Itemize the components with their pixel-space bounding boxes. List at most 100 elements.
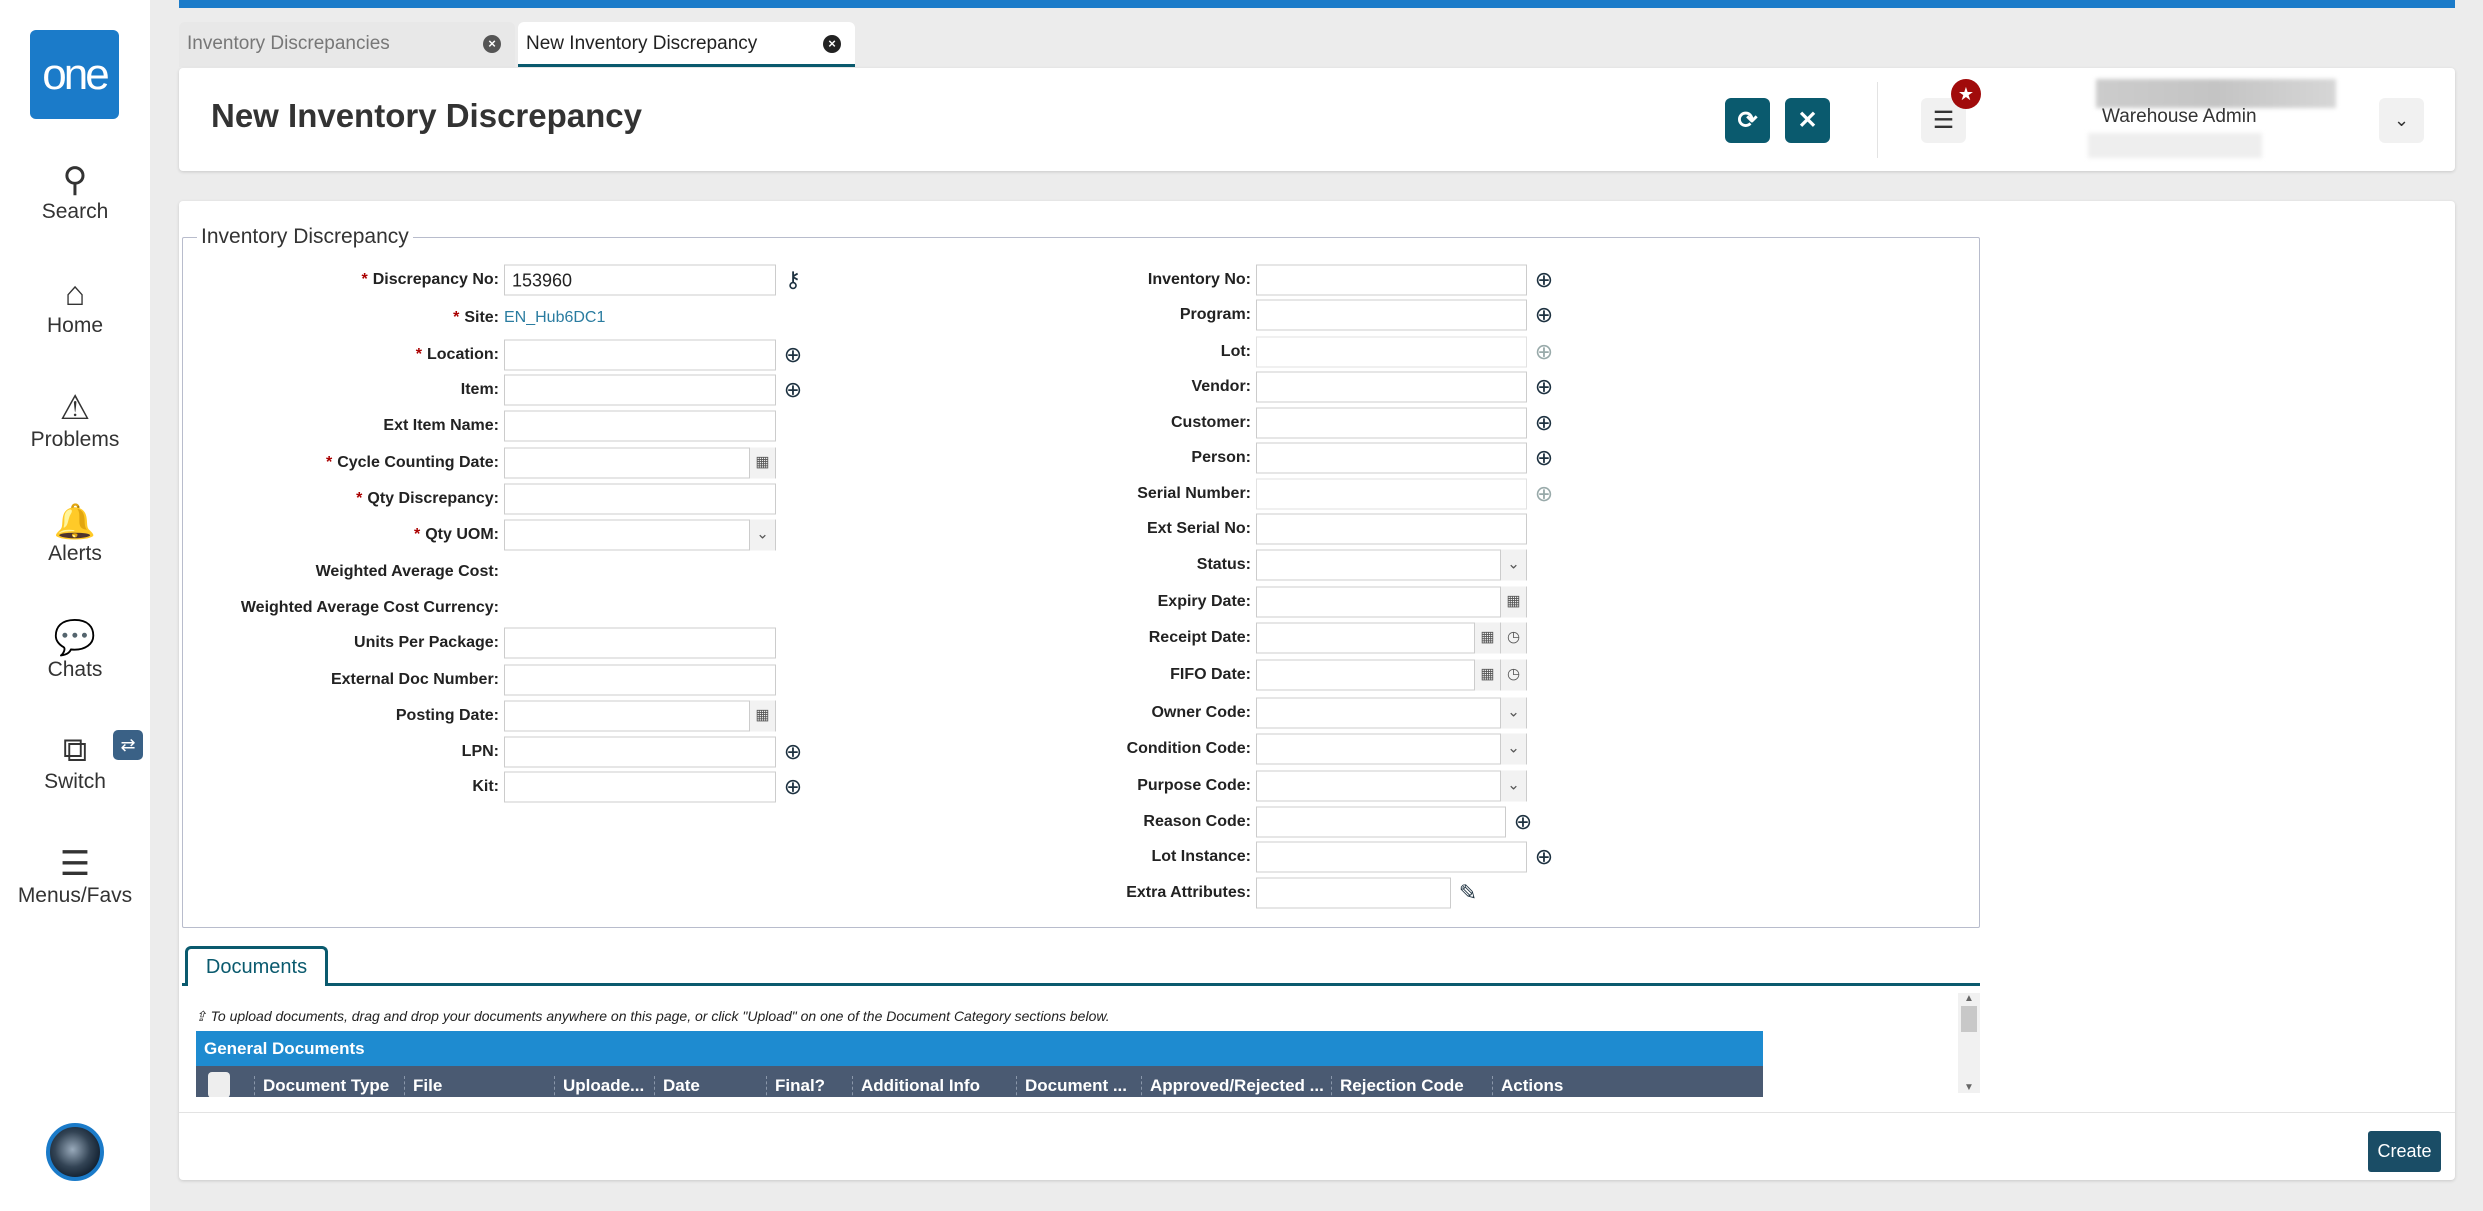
label-text: Status:	[1196, 556, 1251, 573]
weighted-average-cost-currency-label: Weighted Average Cost Currency:	[241, 599, 499, 617]
ext-serial-no-input[interactable]	[1256, 513, 1527, 545]
serial-number-input[interactable]	[1256, 478, 1527, 510]
close-tab-icon[interactable]: ×	[483, 35, 501, 53]
column-header-approved-rejected[interactable]: Approved/Rejected ...	[1141, 1076, 1331, 1097]
discrepancy-no-label: * Discrepancy No:	[362, 271, 500, 289]
purpose-code-select[interactable]: ⌄	[1256, 770, 1527, 802]
close-button[interactable]: ✕	[1785, 98, 1830, 143]
lookup-icon[interactable]: ⊕	[780, 342, 806, 368]
item-input[interactable]	[504, 374, 776, 406]
tab-new-inventory-discrepancy[interactable]: New Inventory Discrepancy ×	[518, 22, 855, 67]
lookup-icon[interactable]: ⊕	[1531, 844, 1557, 870]
sidebar-item-menus-favs[interactable]: ☰ Menus/Favs	[0, 844, 150, 908]
calendar-icon[interactable]: ▦	[749, 700, 775, 732]
fifo-date-input[interactable]: ▦ ◷	[1256, 659, 1527, 691]
general-documents-header[interactable]: General Documents	[196, 1031, 1763, 1066]
status-select[interactable]: ⌄	[1256, 549, 1527, 581]
qty-discrepancy-input[interactable]	[504, 483, 776, 515]
column-header-date[interactable]: Date	[654, 1076, 766, 1097]
column-header-uploade[interactable]: Uploade...	[554, 1076, 654, 1097]
clock-icon[interactable]: ◷	[1500, 659, 1526, 691]
refresh-button[interactable]: ⟳	[1725, 98, 1770, 143]
discrepancy-no-input[interactable]: 153960	[504, 264, 776, 296]
column-header-file[interactable]: File	[404, 1076, 554, 1097]
sidebar-item-chats[interactable]: 💬 Chats	[0, 618, 150, 682]
lookup-icon[interactable]: ⊕	[1531, 374, 1557, 400]
lookup-icon[interactable]: ⊕	[1510, 809, 1536, 835]
lpn-input[interactable]	[504, 736, 776, 768]
lookup-icon[interactable]: ⊕	[780, 377, 806, 403]
chevron-down-icon[interactable]: ⌄	[1500, 770, 1526, 802]
label-text: Owner Code:	[1151, 704, 1251, 721]
posting-date-label: Posting Date:	[396, 707, 499, 725]
vendor-input[interactable]	[1256, 371, 1527, 403]
calendar-icon[interactable]: ▦	[1474, 659, 1500, 691]
user-menu-dropdown[interactable]: ⌄	[2379, 98, 2424, 143]
sidebar-item-problems[interactable]: ⚠ Problems	[0, 388, 150, 452]
lookup-icon[interactable]: ⊕	[1531, 410, 1557, 436]
column-header-rejection-code[interactable]: Rejection Code	[1331, 1076, 1492, 1097]
star-badge-icon[interactable]: ★	[1951, 79, 1981, 109]
lot-input[interactable]	[1256, 336, 1527, 368]
sidebar-item-alerts[interactable]: 🔔 Alerts	[0, 502, 150, 566]
column-header-document[interactable]: Document ...	[1016, 1076, 1141, 1097]
close-tab-icon[interactable]: ×	[823, 35, 841, 53]
chevron-down-icon[interactable]: ⌄	[1500, 697, 1526, 729]
qty-uom-select[interactable]: ⌄	[504, 519, 776, 551]
site-label: * Site:	[453, 309, 499, 327]
lookup-icon[interactable]: ⊕	[1531, 445, 1557, 471]
lookup-icon[interactable]: ⊕	[780, 739, 806, 765]
calendar-icon[interactable]: ▦	[1474, 622, 1500, 654]
calendar-icon[interactable]: ▦	[1500, 586, 1526, 618]
column-header-final[interactable]: Final?	[766, 1076, 852, 1097]
lookup-icon[interactable]: ⊕	[1531, 481, 1557, 507]
program-input[interactable]	[1256, 299, 1527, 331]
kit-input[interactable]	[504, 771, 776, 803]
sidebar-item-home[interactable]: ⌂ Home	[0, 274, 150, 338]
column-header-actions[interactable]: Actions	[1492, 1076, 1700, 1097]
clock-icon[interactable]: ◷	[1500, 622, 1526, 654]
units-per-package-input[interactable]	[504, 627, 776, 659]
create-button[interactable]: Create	[2368, 1131, 2441, 1172]
extra-attributes-input[interactable]	[1256, 877, 1451, 909]
key-icon[interactable]: ⚷	[780, 267, 806, 293]
documents-scrollbar[interactable]: ▲ ▼	[1958, 993, 1980, 1093]
chevron-down-icon[interactable]: ⌄	[1500, 733, 1526, 765]
select-all-checkbox[interactable]	[208, 1072, 230, 1097]
sidebar-item-search[interactable]: ⚲ Search	[0, 160, 150, 224]
app-logo[interactable]: one	[30, 30, 119, 119]
receipt-date-input[interactable]: ▦ ◷	[1256, 622, 1527, 654]
ext-item-name-input[interactable]	[504, 410, 776, 442]
lookup-icon[interactable]: ⊕	[1531, 267, 1557, 293]
lot-instance-input[interactable]	[1256, 841, 1527, 873]
chevron-down-icon[interactable]: ⌄	[749, 519, 775, 551]
tab-documents[interactable]: Documents	[185, 946, 328, 986]
inventory-no-input[interactable]	[1256, 264, 1527, 296]
label-text: Condition Code:	[1126, 740, 1251, 757]
posting-date-input[interactable]: ▦	[504, 700, 776, 732]
condition-code-select[interactable]: ⌄	[1256, 733, 1527, 765]
edit-icon[interactable]: ✎	[1455, 880, 1481, 906]
reason-code-input[interactable]	[1256, 806, 1506, 838]
customer-input[interactable]	[1256, 407, 1527, 439]
tab-inventory-discrepancies[interactable]: Inventory Discrepancies ×	[179, 22, 515, 67]
cycle-counting-date-input[interactable]: ▦	[504, 447, 776, 479]
location-input[interactable]	[504, 339, 776, 371]
lookup-icon[interactable]: ⊕	[1531, 339, 1557, 365]
column-header-additional-info[interactable]: Additional Info	[852, 1076, 1016, 1097]
required-marker: *	[361, 271, 368, 288]
label-text: Lot:	[1220, 343, 1251, 360]
person-input[interactable]	[1256, 442, 1527, 474]
label-text: Vendor:	[1191, 378, 1251, 395]
lookup-icon[interactable]: ⊕	[1531, 302, 1557, 328]
switch-arrows-icon[interactable]: ⇄	[113, 730, 143, 760]
lookup-icon[interactable]: ⊕	[780, 774, 806, 800]
label-text: FIFO Date:	[1170, 666, 1251, 683]
chevron-down-icon[interactable]: ⌄	[1500, 549, 1526, 581]
column-header-document-type[interactable]: Document Type	[254, 1076, 404, 1097]
expiry-date-input[interactable]: ▦	[1256, 586, 1527, 618]
owner-code-select[interactable]: ⌄	[1256, 697, 1527, 729]
external-doc-number-input[interactable]	[504, 664, 776, 696]
avatar[interactable]	[46, 1123, 104, 1181]
calendar-icon[interactable]: ▦	[749, 447, 775, 479]
